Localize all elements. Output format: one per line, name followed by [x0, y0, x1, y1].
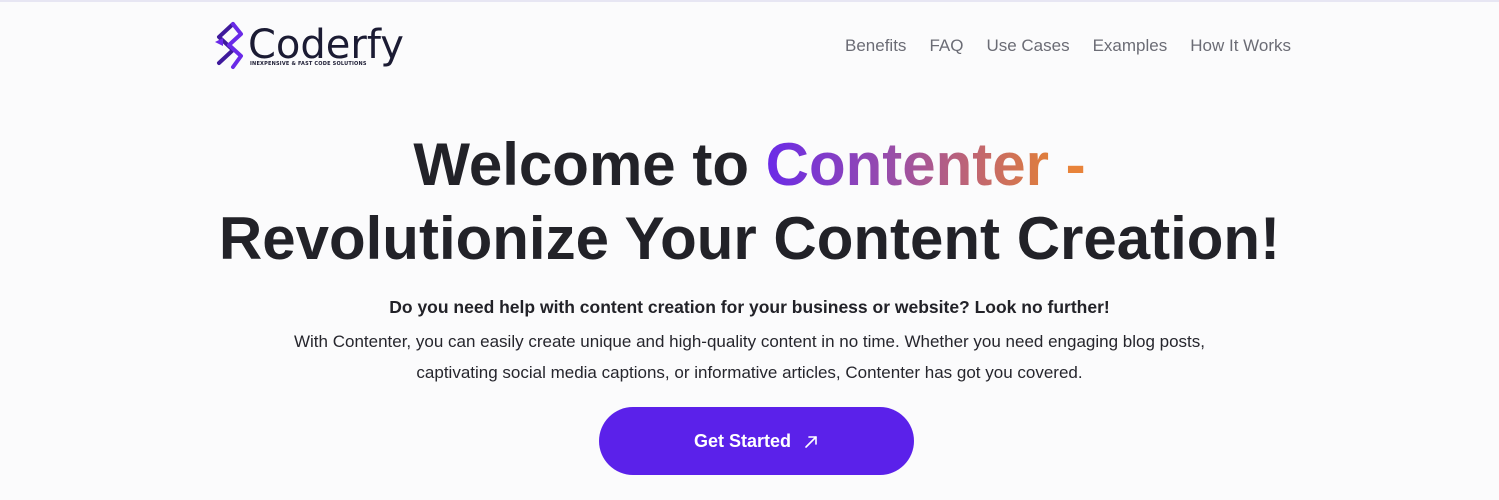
hero-subtitle: Do you need help with content creation f… — [389, 297, 1110, 317]
arrow-up-right-icon — [803, 434, 819, 450]
hero-title-line-1: Welcome to Contenter - — [0, 128, 1499, 202]
nav-item-how-it-works[interactable]: How It Works — [1190, 36, 1291, 56]
hero-description-line-2: captivating social media captions, or in… — [416, 363, 1083, 382]
hero-title-line-2: Revolutionize Your Content Creation! — [218, 205, 1281, 272]
hero-title-highlight: Contenter — [765, 131, 1049, 198]
brand-tagline: INEXPENSIVE & FAST CODE SOLUTIONS — [250, 61, 367, 67]
hero-description: With Contenter, you can easily create un… — [0, 326, 1499, 388]
hero-description-line-1: With Contenter, you can easily create un… — [293, 332, 1206, 351]
nav-item-faq[interactable]: FAQ — [929, 36, 963, 56]
get-started-button[interactable]: Get Started — [599, 407, 914, 475]
hero-title-prefix: Welcome to — [413, 131, 766, 198]
nav-item-examples[interactable]: Examples — [1093, 36, 1168, 56]
hero-title-dash: - — [1048, 131, 1086, 198]
coderfy-c-mark-icon — [215, 22, 243, 69]
brand-logo[interactable]: Coderfy INEXPENSIVE & FAST CODE SOLUTION… — [213, 21, 404, 73]
main-nav: Benefits FAQ Use Cases Examples How It W… — [845, 36, 1291, 56]
nav-item-use-cases[interactable]: Use Cases — [986, 36, 1069, 56]
get-started-label: Get Started — [693, 431, 792, 451]
top-border — [0, 0, 1499, 2]
nav-item-benefits[interactable]: Benefits — [845, 36, 906, 56]
hero-title: Welcome to Contenter - Revolutionize You… — [0, 128, 1499, 276]
